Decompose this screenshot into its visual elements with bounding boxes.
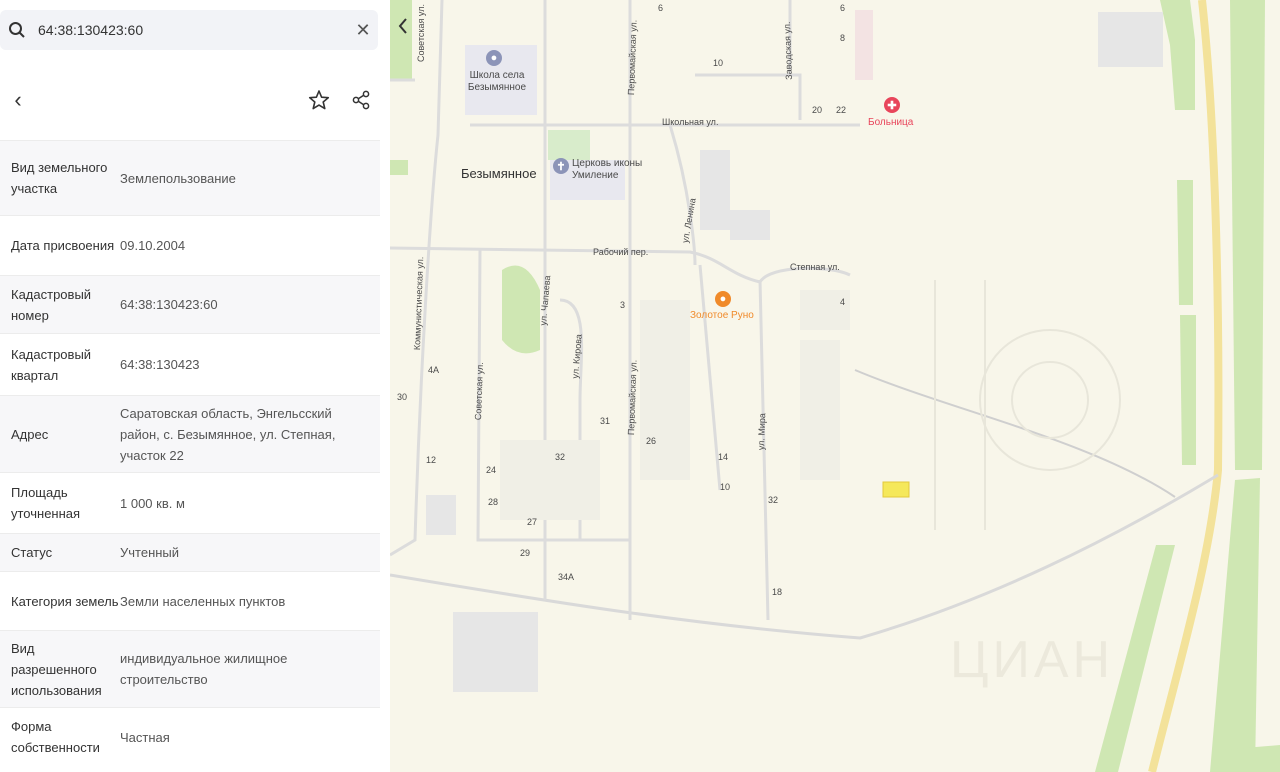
property-row: Категория земель Земли населенных пункто… <box>0 571 380 630</box>
collapse-panel-button[interactable] <box>392 12 414 40</box>
house-number: 24 <box>486 465 497 475</box>
church-icon[interactable]: ✝ <box>553 158 569 174</box>
road <box>854 369 1176 498</box>
property-label: Адрес <box>11 426 49 442</box>
favorite-star-icon[interactable] <box>306 86 332 114</box>
house-number: 32 <box>555 452 566 462</box>
street-grid <box>390 0 860 621</box>
house-number: 6 <box>658 3 664 13</box>
property-value: 1 000 кв. м <box>120 495 185 511</box>
property-row: Вид земельного участка Землепользование <box>0 140 380 215</box>
house-number: 30 <box>397 392 408 402</box>
property-label: Вид земельного участка <box>11 160 108 196</box>
info-panel: ✕ ‹ Вид земельного участка Землепользова… <box>0 0 391 772</box>
green-area <box>548 130 590 160</box>
hospital-icon[interactable]: ✚ <box>884 97 900 113</box>
green-area <box>502 265 540 354</box>
close-icon[interactable]: ✕ <box>348 20 378 41</box>
property-list: Вид земельного участка Землепользование … <box>0 140 380 766</box>
street-label: Советская ул. <box>473 362 486 421</box>
school-icon[interactable]: ● <box>486 50 502 66</box>
property-label: Кадастровый квартал <box>11 346 92 383</box>
house-number: 12 <box>426 455 437 465</box>
parcel-highlight <box>882 481 910 498</box>
poi-label-hospital[interactable]: Больница <box>868 117 913 128</box>
property-row: Статус Учтенный <box>0 533 380 571</box>
shop-icon[interactable]: ● <box>715 291 731 307</box>
house-number: 3 <box>620 300 626 310</box>
village-label: Безымянное <box>461 166 537 181</box>
search-input[interactable] <box>34 22 348 38</box>
property-label: Форма собственности <box>11 719 100 755</box>
house-number: 31 <box>600 416 611 426</box>
green-area <box>1177 180 1193 305</box>
property-value: индивидуальное жилищное строительство <box>120 651 288 687</box>
property-value: Саратовская область, Энгельсский район, … <box>120 405 336 463</box>
card-toolbar: ‹ <box>0 80 390 120</box>
chevron-left-icon <box>398 18 407 34</box>
house-number: 10 <box>713 58 724 68</box>
property-value: Землепользование <box>120 170 236 186</box>
house-number: 27 <box>527 517 538 527</box>
street-label: Советская ул. <box>416 4 426 62</box>
house-number: 10 <box>720 482 731 492</box>
house-number: 28 <box>488 497 499 507</box>
house-number: 20 <box>812 105 823 115</box>
search-bar: ✕ <box>0 10 378 50</box>
property-row: Дата присвоения 09.10.2004 <box>0 215 380 275</box>
property-label: Статус <box>11 545 53 560</box>
green-area <box>1180 315 1196 465</box>
street-label: Заводская ул. <box>781 21 794 80</box>
street-label: Школьная ул. <box>662 117 719 127</box>
watermark: ЦИАН <box>950 631 1115 689</box>
property-label: Площадь уточненная <box>11 485 81 521</box>
green-area <box>1230 0 1265 470</box>
house-number: 26 <box>646 436 657 446</box>
map-base <box>390 0 1280 772</box>
green-area <box>1210 478 1260 772</box>
property-value: 64:38:130423 <box>120 357 200 372</box>
property-value: Земли населенных пунктов <box>120 593 286 609</box>
green-area <box>1160 0 1195 110</box>
property-label: Кадастровый номер <box>11 286 92 323</box>
poi-label-shop[interactable]: Золотое Руно <box>690 310 754 321</box>
property-label: Вид разрешенного использования <box>11 640 102 698</box>
house-number: 34А <box>558 572 575 582</box>
property-row: Форма собственности Частная <box>0 707 380 766</box>
house-number: 22 <box>836 105 847 115</box>
property-value: Частная <box>120 729 170 745</box>
poi-label-church[interactable]: Церковь иконы Умиление <box>572 158 652 182</box>
property-row: Кадастровый квартал 64:38:130423 <box>0 333 380 395</box>
property-label: Дата присвоения <box>11 238 115 253</box>
property-value: 64:38:130423:60 <box>120 297 218 312</box>
property-row: Площадь уточненная 1 000 кв. м <box>0 472 380 533</box>
house-number: 29 <box>520 548 531 558</box>
property-row: Кадастровый номер 64:38:130423:60 <box>0 275 380 333</box>
property-value: 09.10.2004 <box>120 238 186 253</box>
property-row: Адрес Саратовская область, Энгельсский р… <box>0 395 380 472</box>
street-label: ул. Мира <box>756 412 768 451</box>
street-label: Степная ул. <box>790 262 840 272</box>
house-number: 8 <box>840 33 846 43</box>
map-canvas[interactable]: ● ✝ ✚ ● Школа села Безымянное Безымянное… <box>390 0 1280 772</box>
property-row: Вид разрешенного использования индивидуа… <box>0 630 380 707</box>
street-label: Рабочий пер. <box>593 247 649 257</box>
house-number: 32 <box>768 495 779 505</box>
house-number: 4 <box>840 297 846 307</box>
house-number: 18 <box>772 587 783 597</box>
property-label: Категория земель <box>11 593 119 609</box>
back-button[interactable]: ‹ <box>6 86 30 114</box>
house-number: 6 <box>840 3 846 13</box>
house-number: 14 <box>718 452 729 462</box>
share-icon[interactable] <box>348 86 374 114</box>
green-area <box>390 160 408 175</box>
house-number: 4А <box>428 365 440 375</box>
search-icon[interactable] <box>0 21 34 39</box>
property-value: Учтенный <box>120 545 180 560</box>
watermark-shape <box>934 280 1121 530</box>
poi-label-school[interactable]: Школа села Безымянное <box>462 70 532 94</box>
